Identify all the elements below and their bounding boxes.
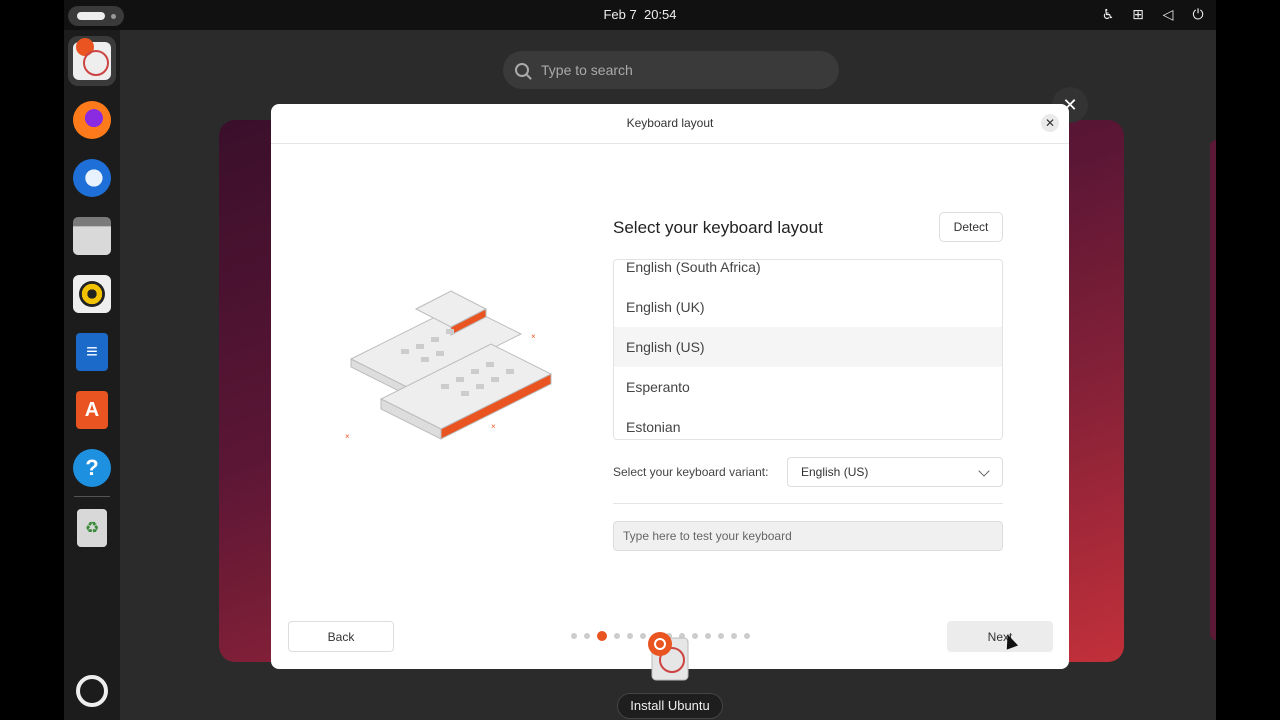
- dock-item-firefox[interactable]: [72, 100, 112, 140]
- dock-item-writer[interactable]: ≡: [72, 332, 112, 372]
- layout-list[interactable]: English (South Africa) English (UK) Engl…: [613, 259, 1003, 440]
- clock[interactable]: Feb 7 20:54: [64, 7, 1216, 22]
- trash-icon: ♻: [77, 509, 107, 547]
- layout-item[interactable]: Esperanto: [614, 367, 1002, 407]
- dock-separator: [74, 496, 110, 497]
- detect-button[interactable]: Detect: [939, 212, 1003, 242]
- keyboard-illustration-icon: × × ×: [345, 290, 553, 441]
- help-icon: ?: [73, 449, 111, 487]
- power-icon[interactable]: ⏻: [1190, 6, 1206, 23]
- accessibility-icon[interactable]: ♿: [1100, 6, 1116, 23]
- layout-item[interactable]: English (South Africa): [614, 260, 1002, 287]
- progress-dot: [718, 633, 724, 639]
- firefox-icon: [73, 101, 111, 139]
- variant-dropdown[interactable]: English (US): [787, 457, 1003, 487]
- show-apps-icon[interactable]: [76, 675, 108, 707]
- divider: [613, 503, 1003, 504]
- dock-item-help[interactable]: ?: [72, 448, 112, 488]
- files-icon: [73, 217, 111, 255]
- layout-item[interactable]: English (UK): [614, 287, 1002, 327]
- dock-item-rhythmbox[interactable]: [72, 274, 112, 314]
- installer-window: Keyboard layout ✕ ××× Select your keyb: [271, 104, 1069, 669]
- dock-item-thunderbird[interactable]: [72, 158, 112, 198]
- overview-search[interactable]: Type to search: [503, 51, 839, 89]
- dock-item-trash[interactable]: ♻: [72, 508, 112, 548]
- installer-icon: [73, 38, 111, 80]
- installer-app-icon[interactable]: [646, 630, 692, 682]
- search-icon: [515, 63, 529, 77]
- system-tray[interactable]: ♿ ⊞ ◁ ⏻: [1100, 6, 1206, 23]
- progress-dot: [571, 633, 577, 639]
- progress-dot: [584, 633, 590, 639]
- clock-time: 20:54: [643, 7, 677, 22]
- progress-dot: [692, 633, 698, 639]
- app-center-icon: A: [76, 391, 108, 429]
- next-workspace[interactable]: [1210, 140, 1216, 640]
- search-placeholder: Type to search: [541, 62, 633, 78]
- variant-value: English (US): [801, 465, 869, 479]
- top-bar: Feb 7 20:54 ♿ ⊞ ◁ ⏻: [64, 0, 1216, 30]
- keyboard-test-input[interactable]: [613, 521, 1003, 551]
- layout-item-selected[interactable]: English (US): [614, 327, 1002, 367]
- clock-date: Feb 7: [603, 7, 637, 22]
- thunderbird-icon: [73, 159, 111, 197]
- progress-dot: [744, 633, 750, 639]
- progress-dot: [705, 633, 711, 639]
- dock-item-app-center[interactable]: A: [72, 390, 112, 430]
- next-button[interactable]: Next: [947, 621, 1053, 652]
- svg-text:×: ×: [345, 432, 350, 441]
- rhythmbox-icon: [73, 275, 111, 313]
- back-button[interactable]: Back: [288, 621, 394, 652]
- desktop: Feb 7 20:54 ♿ ⊞ ◁ ⏻ Type to search ✕ Key…: [64, 0, 1216, 720]
- network-icon[interactable]: ⊞: [1130, 6, 1146, 23]
- dock-item-files[interactable]: [72, 216, 112, 256]
- svg-text:×: ×: [491, 422, 496, 431]
- layout-item[interactable]: Estonian: [614, 407, 1002, 439]
- progress-dot: [614, 633, 620, 639]
- close-icon[interactable]: ✕: [1041, 114, 1059, 132]
- dock: ≡ A ? ♻: [64, 30, 120, 720]
- dock-item-installer[interactable]: [68, 36, 116, 86]
- page-heading: Select your keyboard layout: [613, 218, 823, 237]
- progress-dot: [731, 633, 737, 639]
- progress-dot-current: [597, 631, 607, 641]
- writer-icon: ≡: [76, 333, 108, 371]
- chevron-down-icon: [978, 465, 990, 477]
- window-label[interactable]: Install Ubuntu: [617, 693, 723, 719]
- volume-icon[interactable]: ◁: [1160, 6, 1176, 23]
- variant-label: Select your keyboard variant:: [613, 465, 769, 479]
- progress-dot: [627, 633, 633, 639]
- svg-text:×: ×: [531, 332, 536, 341]
- window-title: Keyboard layout: [271, 104, 1069, 144]
